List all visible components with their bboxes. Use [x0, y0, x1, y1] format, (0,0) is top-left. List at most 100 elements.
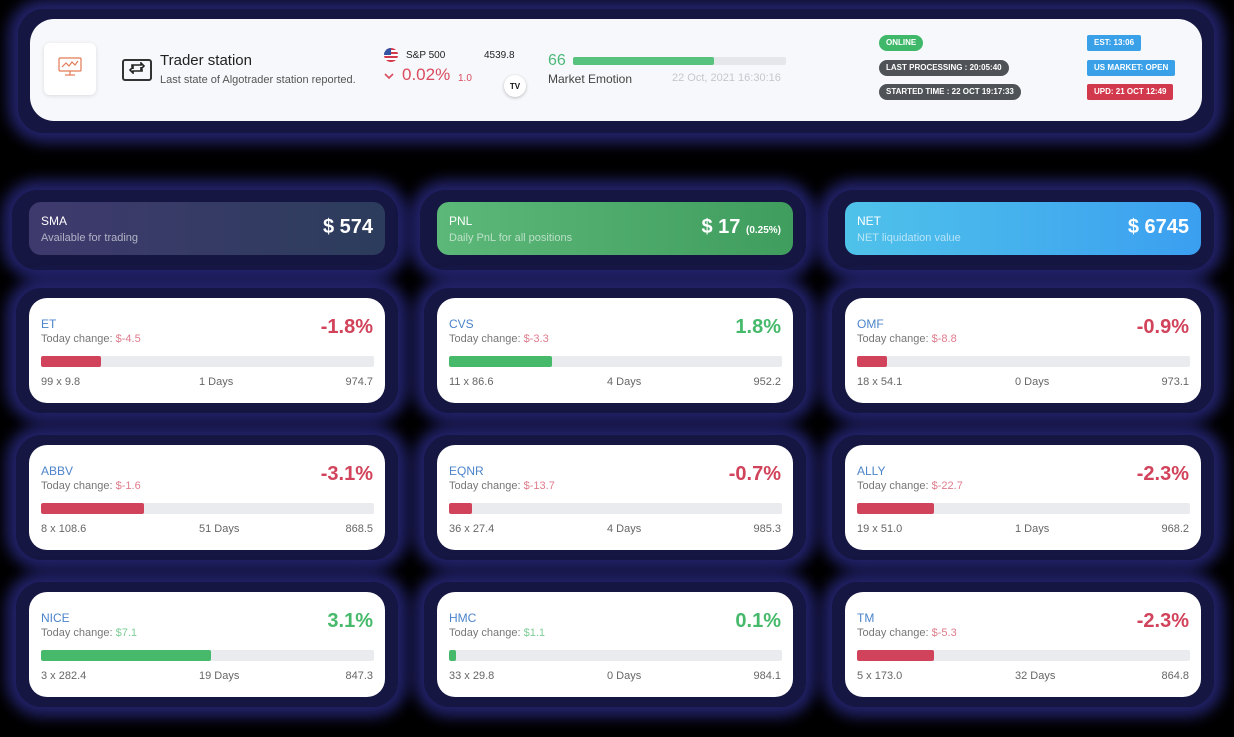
market-emotion-value: 66 — [548, 52, 566, 69]
pnl-label: PNL — [449, 214, 473, 228]
stock-progress-fill — [857, 650, 934, 661]
stock-card[interactable]: ALLY Today change: $-22.7 -2.3% 19 x 51.0 1 … — [845, 445, 1201, 550]
stock-today-change: Today change: $7.1 — [41, 627, 137, 639]
stock-days: 4 Days — [607, 523, 642, 535]
stock-progress-bar — [449, 503, 782, 514]
net-card: NET NET liquidation value $ 6745 — [845, 202, 1201, 255]
stock-ticker: ALLY — [857, 464, 886, 478]
monitor-chart-icon — [58, 56, 82, 82]
stock-price: 952.2 — [753, 376, 781, 388]
pnl-value: $ 17 — [701, 216, 741, 238]
header-card: Trader station Last state of Algotrader … — [30, 19, 1202, 121]
today-change-label: Today change: — [857, 480, 929, 492]
pnl-desc: Daily PnL for all positions — [449, 232, 573, 244]
stock-today-change: Today change: $-3.3 — [449, 333, 549, 345]
stock-price: 974.7 — [345, 376, 373, 388]
stock-progress-bar — [449, 650, 782, 661]
today-change-value: $1.1 — [523, 627, 546, 639]
stock-pct: -0.9% — [1136, 316, 1189, 338]
stock-card[interactable]: OMF Today change: $-8.8 -0.9% 18 x 54.1 0 Da… — [845, 298, 1201, 403]
stock-ticker: OMF — [857, 317, 884, 331]
net-value: $ 6745 — [1127, 216, 1189, 238]
stock-card[interactable]: ET Today change: $-4.5 -1.8% 99 x 9.8 1 Days… — [29, 298, 385, 403]
stock-progress-bar — [41, 503, 374, 514]
stock-progress-bar — [857, 650, 1190, 661]
today-change-label: Today change: — [449, 627, 521, 639]
stock-card[interactable]: CVS Today change: $-3.3 1.8% 11 x 86.6 4 Day… — [437, 298, 793, 403]
station-logo — [44, 43, 96, 95]
net-desc: NET liquidation value — [857, 232, 961, 244]
station-subtitle: Last state of Algotrader station reporte… — [160, 74, 356, 86]
stock-price: 973.1 — [1161, 376, 1189, 388]
stock-progress-fill — [41, 356, 101, 367]
sma-desc: Available for trading — [41, 232, 139, 244]
stock-price: 984.1 — [753, 670, 781, 682]
pnl-value-wrap: $ 17 (0.25%) — [701, 216, 781, 239]
stock-size: 36 x 27.4 — [449, 523, 495, 535]
stock-price: 847.3 — [345, 670, 373, 682]
stock-price: 868.5 — [345, 523, 373, 535]
stock-ticker: NICE — [41, 611, 70, 625]
today-change-value: $7.1 — [115, 627, 138, 639]
stock-size: 8 x 108.6 — [41, 523, 87, 535]
stock-progress-fill — [449, 356, 553, 367]
today-change-value: $-3.3 — [523, 333, 549, 345]
stock-pct: -2.3% — [1136, 463, 1189, 485]
sma-card: SMA Available for trading $ 574 — [29, 202, 385, 255]
stock-pct: -2.3% — [1136, 610, 1189, 632]
stock-size: 19 x 51.0 — [857, 523, 903, 535]
stock-today-change: Today change: $-22.7 — [857, 480, 963, 492]
stock-ticker: ET — [41, 317, 57, 331]
stock-ticker: HMC — [449, 611, 477, 625]
stock-card[interactable]: EQNR Today change: $-13.7 -0.7% 36 x 27.4 4 … — [437, 445, 793, 550]
index-change: 1.0 — [458, 73, 472, 84]
stock-days: 19 Days — [199, 670, 240, 682]
stock-price: 864.8 — [1161, 670, 1189, 682]
index-value: 4539.8 — [484, 50, 515, 61]
pnl-pct: (0.25%) — [745, 225, 781, 236]
tradingview-icon[interactable]: TV — [504, 75, 526, 97]
stock-today-change: Today change: $-8.8 — [857, 333, 957, 345]
stock-progress-fill — [449, 650, 456, 661]
today-change-value: $-5.3 — [931, 627, 957, 639]
us-flag-icon — [384, 48, 398, 62]
stock-size: 3 x 282.4 — [41, 670, 87, 682]
station-title: Trader station — [160, 52, 252, 69]
stock-card[interactable]: TM Today change: $-5.3 -2.3% 5 x 173.0 32 Da… — [845, 592, 1201, 697]
stock-ticker: EQNR — [449, 464, 484, 478]
stock-pct: -3.1% — [320, 463, 373, 485]
net-label: NET — [857, 214, 881, 228]
stock-card[interactable]: NICE Today change: $7.1 3.1% 3 x 282.4 19 Da… — [29, 592, 385, 697]
stock-size: 18 x 54.1 — [857, 376, 903, 388]
stock-pct: 3.1% — [327, 610, 373, 632]
started-time-badge: STARTED TIME : 22 OCT 19:17:33 — [879, 84, 1021, 100]
stock-progress-bar — [41, 356, 374, 367]
stock-card[interactable]: HMC Today change: $1.1 0.1% 33 x 29.8 0 Days… — [437, 592, 793, 697]
today-change-value: $-8.8 — [931, 333, 957, 345]
stock-days: 32 Days — [1015, 670, 1056, 682]
stock-today-change: Today change: $1.1 — [449, 627, 545, 639]
index-pct: 0.02% — [402, 65, 451, 84]
stock-price: 968.2 — [1161, 523, 1189, 535]
stock-progress-bar — [857, 503, 1190, 514]
online-badge: ONLINE — [879, 35, 924, 51]
stock-card[interactable]: ABBV Today change: $-1.6 -3.1% 8 x 108.6 51 … — [29, 445, 385, 550]
today-change-value: $-22.7 — [931, 480, 963, 492]
stock-progress-bar — [857, 356, 1190, 367]
stock-pct: 1.8% — [735, 316, 781, 338]
stock-days: 1 Days — [199, 376, 234, 388]
today-change-value: $-1.6 — [115, 480, 141, 492]
stock-today-change: Today change: $-13.7 — [449, 480, 555, 492]
stock-size: 33 x 29.8 — [449, 670, 495, 682]
est-time-tag: EST: 13:06 — [1087, 35, 1142, 51]
stock-size: 11 x 86.6 — [449, 376, 494, 388]
today-change-label: Today change: — [449, 480, 521, 492]
chevron-down-icon — [384, 67, 394, 83]
today-change-label: Today change: — [857, 333, 929, 345]
stock-pct: 0.1% — [735, 610, 781, 632]
stock-progress-bar — [449, 356, 782, 367]
stock-progress-fill — [857, 356, 887, 367]
pnl-card: PNL Daily PnL for all positions $ 17 (0.… — [437, 202, 793, 255]
stock-today-change: Today change: $-4.5 — [41, 333, 141, 345]
refresh-button[interactable] — [122, 59, 152, 81]
